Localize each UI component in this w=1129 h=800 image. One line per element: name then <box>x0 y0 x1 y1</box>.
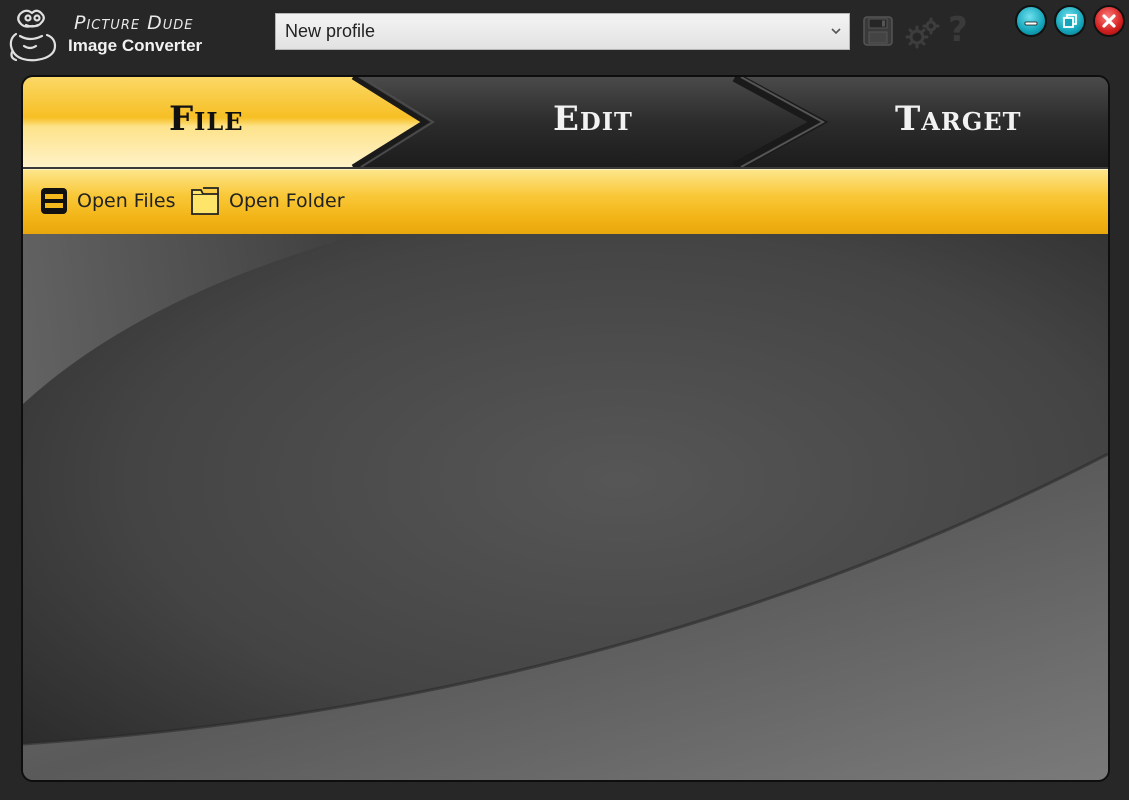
minimize-icon <box>1024 21 1038 26</box>
tab-file[interactable]: File <box>169 99 244 139</box>
profile-dropdown-value: New profile <box>285 21 376 41</box>
profile-dropdown[interactable]: New profile <box>275 13 850 50</box>
maximize-icon <box>1063 14 1077 28</box>
toolbar: Open Files Open Folder <box>23 169 1108 234</box>
logo-subtitle: Image Converter <box>68 36 203 55</box>
help-icon[interactable]: ? <box>948 10 972 50</box>
app-window: Picture Dude Image Converter New profile <box>0 0 1129 800</box>
maximize-button[interactable] <box>1054 5 1086 37</box>
dude-logo-icon <box>9 9 57 62</box>
folder-icon <box>191 187 219 215</box>
canvas-background <box>23 234 1108 780</box>
close-icon <box>1102 14 1116 28</box>
save-icon[interactable] <box>862 15 894 47</box>
open-folder-button[interactable]: Open Folder <box>189 184 345 218</box>
chevron-down-icon <box>831 28 841 35</box>
tab-target[interactable]: Target <box>895 99 1022 139</box>
tab-edit[interactable]: Edit <box>553 99 633 139</box>
app-logo: Picture Dude Image Converter <box>6 4 236 64</box>
open-folder-label: Open Folder <box>229 190 345 212</box>
main-panel: File Edit Target Open Files Open Folder <box>21 75 1110 782</box>
logo-title: Picture Dude <box>74 12 194 34</box>
open-files-label: Open Files <box>77 190 176 212</box>
open-files-button[interactable]: Open Files <box>39 184 175 218</box>
file-icon <box>41 188 67 214</box>
minimize-button[interactable] <box>1015 5 1047 37</box>
file-list-area[interactable] <box>23 234 1108 780</box>
gear-icon[interactable] <box>904 16 940 50</box>
close-button[interactable] <box>1093 5 1125 37</box>
tab-bar: File Edit Target <box>23 77 1108 167</box>
